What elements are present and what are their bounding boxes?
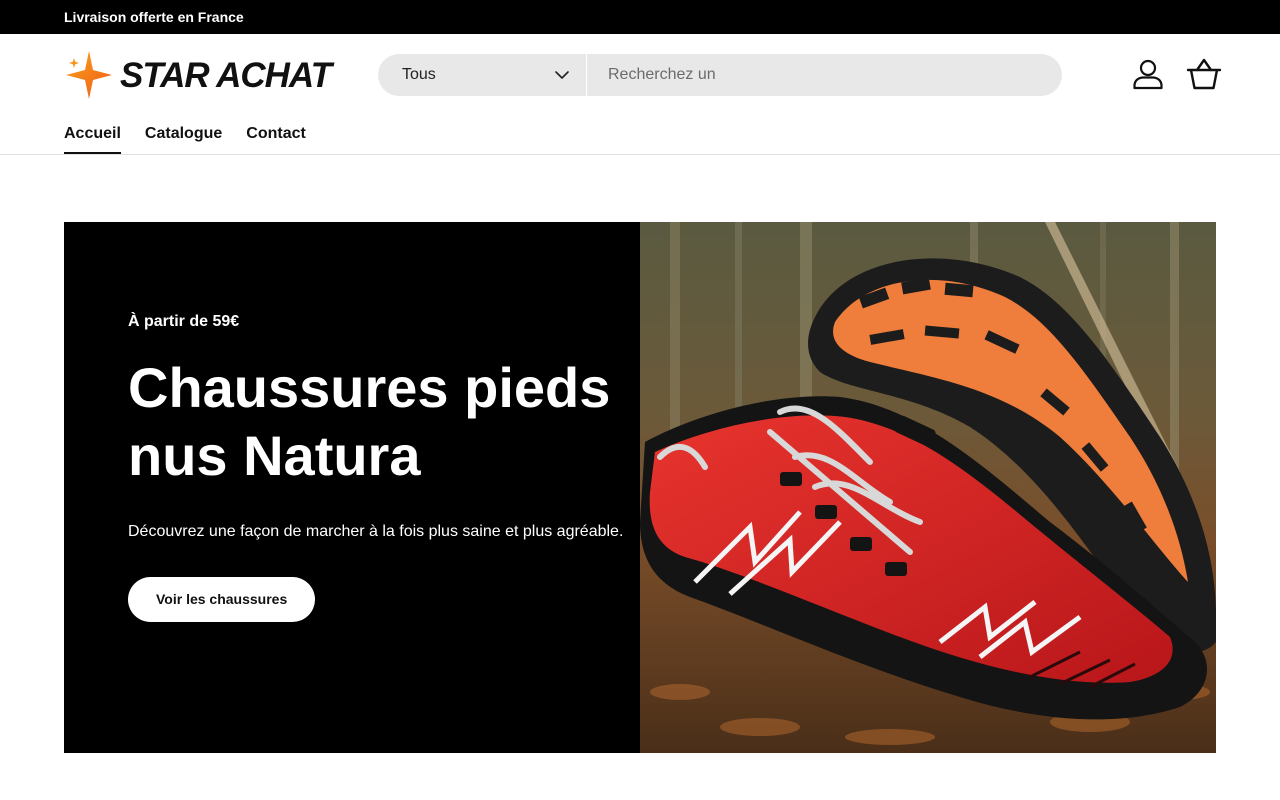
- cart-icon[interactable]: [1186, 57, 1222, 91]
- hero-description: Découvrez une façon de marcher à la fois…: [128, 523, 624, 540]
- chevron-down-icon: [555, 71, 569, 79]
- account-icon[interactable]: [1131, 57, 1165, 91]
- hero-title: Chaussures pieds nus Natura: [128, 356, 611, 487]
- main-nav: Accueil Catalogue Contact: [64, 125, 306, 155]
- announcement-text: Livraison offerte en France: [64, 9, 244, 25]
- category-select[interactable]: Tous: [378, 54, 587, 96]
- brand-name: STAR ACHAT: [120, 56, 332, 95]
- hero-price-kicker: À partir de 59€: [128, 313, 240, 330]
- search-input[interactable]: [588, 54, 1062, 96]
- category-select-value: Tous: [402, 66, 436, 83]
- hero-product-image: [640, 222, 1216, 753]
- nav-item-contact[interactable]: Contact: [246, 125, 306, 155]
- hero-banner: À partir de 59€ Chaussures pieds nus Nat…: [64, 222, 1216, 753]
- view-shoes-button[interactable]: Voir les chaussures: [128, 577, 316, 622]
- announcement-bar: Livraison offerte en France: [0, 0, 1280, 34]
- logo[interactable]: STAR ACHAT: [64, 50, 332, 100]
- nav-item-accueil[interactable]: Accueil: [64, 125, 121, 155]
- hero-text-block: À partir de 59€ Chaussures pieds nus Nat…: [128, 312, 628, 622]
- nav-item-catalogue[interactable]: Catalogue: [145, 125, 222, 155]
- star-logo-icon: [66, 51, 112, 99]
- site-header: STAR ACHAT Tous Accueil Catalogue Contac…: [0, 34, 1280, 155]
- search-bar: Tous: [378, 54, 1062, 96]
